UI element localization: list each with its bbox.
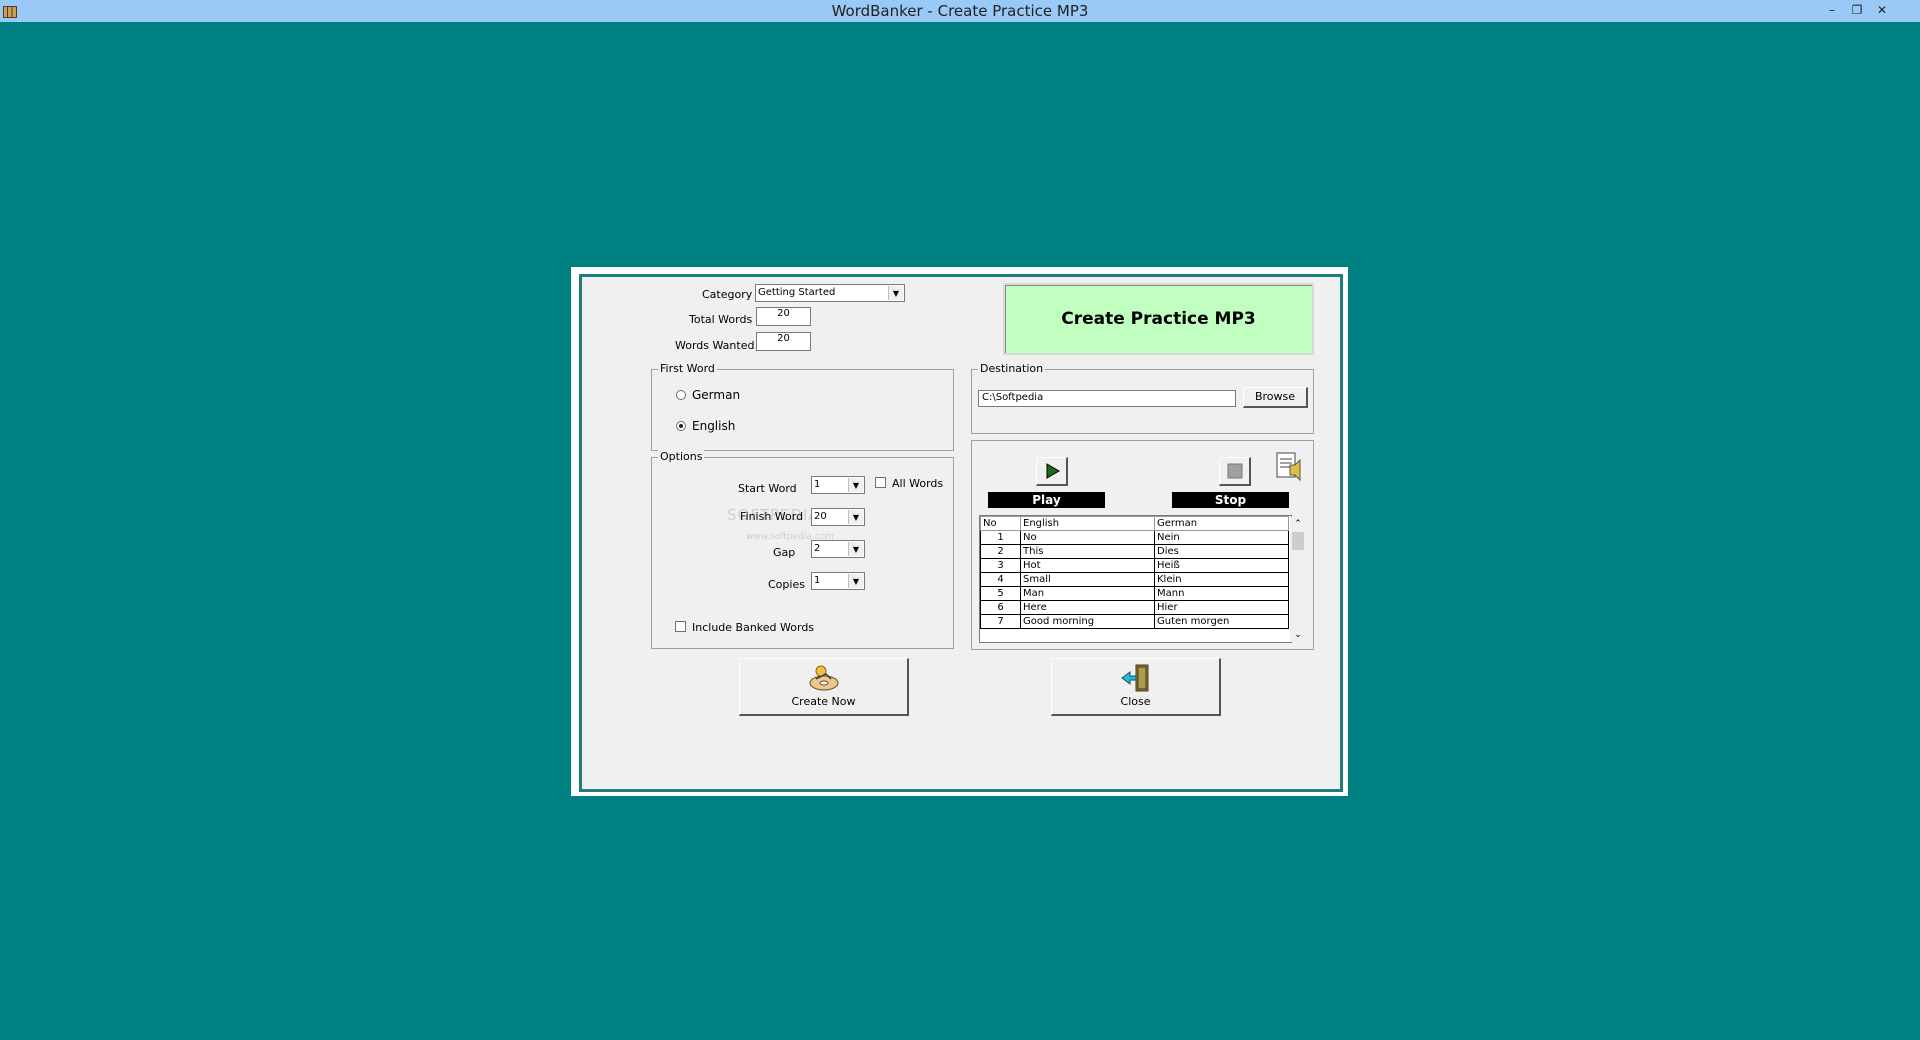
total-words-label: Total Words xyxy=(689,313,753,326)
cell-german: Hier xyxy=(1154,600,1289,615)
gap-value: 2 xyxy=(814,543,821,554)
table-row[interactable]: 2 This Dies xyxy=(980,544,1289,559)
cell-english: Man xyxy=(1020,586,1155,601)
finish-word-label: Finish Word xyxy=(740,510,804,523)
copies-value: 1 xyxy=(814,575,821,586)
cell-english: No xyxy=(1020,530,1155,545)
browse-button[interactable]: Browse xyxy=(1243,387,1308,408)
column-header-english[interactable]: English xyxy=(1020,516,1155,531)
copies-select[interactable]: 1 ▼ xyxy=(811,572,865,590)
first-word-legend: First Word xyxy=(658,362,717,375)
create-now-button[interactable]: Create Now xyxy=(739,658,909,716)
category-label: Category xyxy=(702,288,753,301)
radio-english-label: English xyxy=(692,419,736,433)
first-word-group: First Word xyxy=(651,362,954,451)
include-banked-checkbox[interactable] xyxy=(675,621,686,632)
destination-path-field[interactable]: C:\Softpedia xyxy=(978,390,1236,407)
column-header-no[interactable]: No xyxy=(980,516,1021,531)
category-select[interactable]: Getting Started ▼ xyxy=(755,284,905,302)
minimize-icon[interactable]: – xyxy=(1822,0,1842,22)
chevron-down-icon[interactable]: ▼ xyxy=(848,542,863,556)
words-table[interactable]: No English German 1 No Nein 2 This Dies … xyxy=(979,515,1292,643)
cell-english: Hot xyxy=(1020,558,1155,573)
cell-german: Nein xyxy=(1154,530,1289,545)
start-word-value: 1 xyxy=(814,479,821,490)
play-button[interactable] xyxy=(1036,457,1068,486)
scroll-thumb[interactable] xyxy=(1292,532,1304,550)
gap-label: Gap xyxy=(773,546,796,559)
title-bar: WordBanker - Create Practice MP3 – ❐ ✕ xyxy=(0,0,1920,22)
cell-english: This xyxy=(1020,544,1155,559)
play-label[interactable]: Play xyxy=(988,492,1105,508)
include-banked-label: Include Banked Words xyxy=(692,621,815,634)
close-button[interactable]: Close xyxy=(1051,658,1221,716)
play-icon xyxy=(1040,460,1063,482)
cell-no: 7 xyxy=(980,614,1021,629)
cell-german: Klein xyxy=(1154,572,1289,587)
all-words-checkbox[interactable] xyxy=(875,477,886,488)
start-word-select[interactable]: 1 ▼ xyxy=(811,476,865,494)
total-words-field[interactable]: 20 xyxy=(756,307,811,326)
words-wanted-field[interactable]: 20 xyxy=(756,332,811,351)
finish-word-value: 20 xyxy=(814,511,827,522)
page-banner: Create Practice MP3 xyxy=(1003,283,1314,355)
window-title: WordBanker - Create Practice MP3 xyxy=(831,2,1089,20)
cell-english: Good morning xyxy=(1020,614,1155,629)
close-window-icon[interactable]: ✕ xyxy=(1872,0,1892,22)
cell-english: Here xyxy=(1020,600,1155,615)
copies-label: Copies xyxy=(768,578,805,591)
chevron-down-icon[interactable]: ▼ xyxy=(848,510,863,524)
cell-no: 2 xyxy=(980,544,1021,559)
scroll-up-icon[interactable]: ⌃ xyxy=(1290,517,1306,531)
stop-button[interactable] xyxy=(1219,457,1251,486)
options-legend: Options xyxy=(658,450,705,463)
chevron-down-icon[interactable]: ▼ xyxy=(848,574,863,588)
stop-label[interactable]: Stop xyxy=(1172,492,1289,508)
radio-german-label: German xyxy=(692,388,741,402)
radio-english[interactable] xyxy=(676,421,686,431)
app-icon[interactable] xyxy=(3,3,17,18)
speaker-list-icon[interactable] xyxy=(1274,451,1306,483)
finish-word-select[interactable]: 20 ▼ xyxy=(811,508,865,526)
table-row[interactable]: 4 Small Klein xyxy=(980,572,1289,587)
all-words-label: All Words xyxy=(892,477,944,490)
create-disc-icon xyxy=(809,665,838,691)
start-word-label: Start Word xyxy=(738,482,797,495)
table-row[interactable]: 3 Hot Heiß xyxy=(980,558,1289,573)
cell-no: 1 xyxy=(980,530,1021,545)
banner-title: Create Practice MP3 xyxy=(1061,309,1256,329)
close-label: Close xyxy=(1120,695,1151,708)
stop-icon xyxy=(1227,463,1242,479)
table-row[interactable]: 7 Good morning Guten morgen xyxy=(980,614,1289,629)
table-row[interactable]: 6 Here Hier xyxy=(980,600,1289,615)
scroll-down-icon[interactable]: ⌄ xyxy=(1290,628,1306,642)
radio-german[interactable] xyxy=(676,390,686,400)
cell-no: 6 xyxy=(980,600,1021,615)
table-scrollbar[interactable]: ⌃ ⌄ xyxy=(1290,517,1306,642)
cell-no: 5 xyxy=(980,586,1021,601)
table-header-row: No English German xyxy=(980,516,1289,531)
cell-german: Heiß xyxy=(1154,558,1289,573)
table-row[interactable]: 1 No Nein xyxy=(980,530,1289,545)
cell-no: 3 xyxy=(980,558,1021,573)
create-now-label: Create Now xyxy=(791,695,856,708)
cell-english: Small xyxy=(1020,572,1155,587)
table-row[interactable]: 5 Man Mann xyxy=(980,586,1289,601)
browse-button-label: Browse xyxy=(1254,390,1296,403)
category-value: Getting Started xyxy=(758,287,836,298)
chevron-down-icon[interactable]: ▼ xyxy=(888,286,903,300)
gap-select[interactable]: 2 ▼ xyxy=(811,540,865,558)
cell-no: 4 xyxy=(980,572,1021,587)
destination-legend: Destination xyxy=(978,362,1046,375)
words-wanted-label: Words Wanted xyxy=(675,339,755,352)
restore-icon[interactable]: ❐ xyxy=(1847,0,1867,22)
column-header-german[interactable]: German xyxy=(1154,516,1289,531)
chevron-down-icon[interactable]: ▼ xyxy=(848,478,863,492)
cell-german: Mann xyxy=(1154,586,1289,601)
cell-german: Dies xyxy=(1154,544,1289,559)
cell-german: Guten morgen xyxy=(1154,614,1289,629)
exit-door-icon xyxy=(1120,664,1148,692)
